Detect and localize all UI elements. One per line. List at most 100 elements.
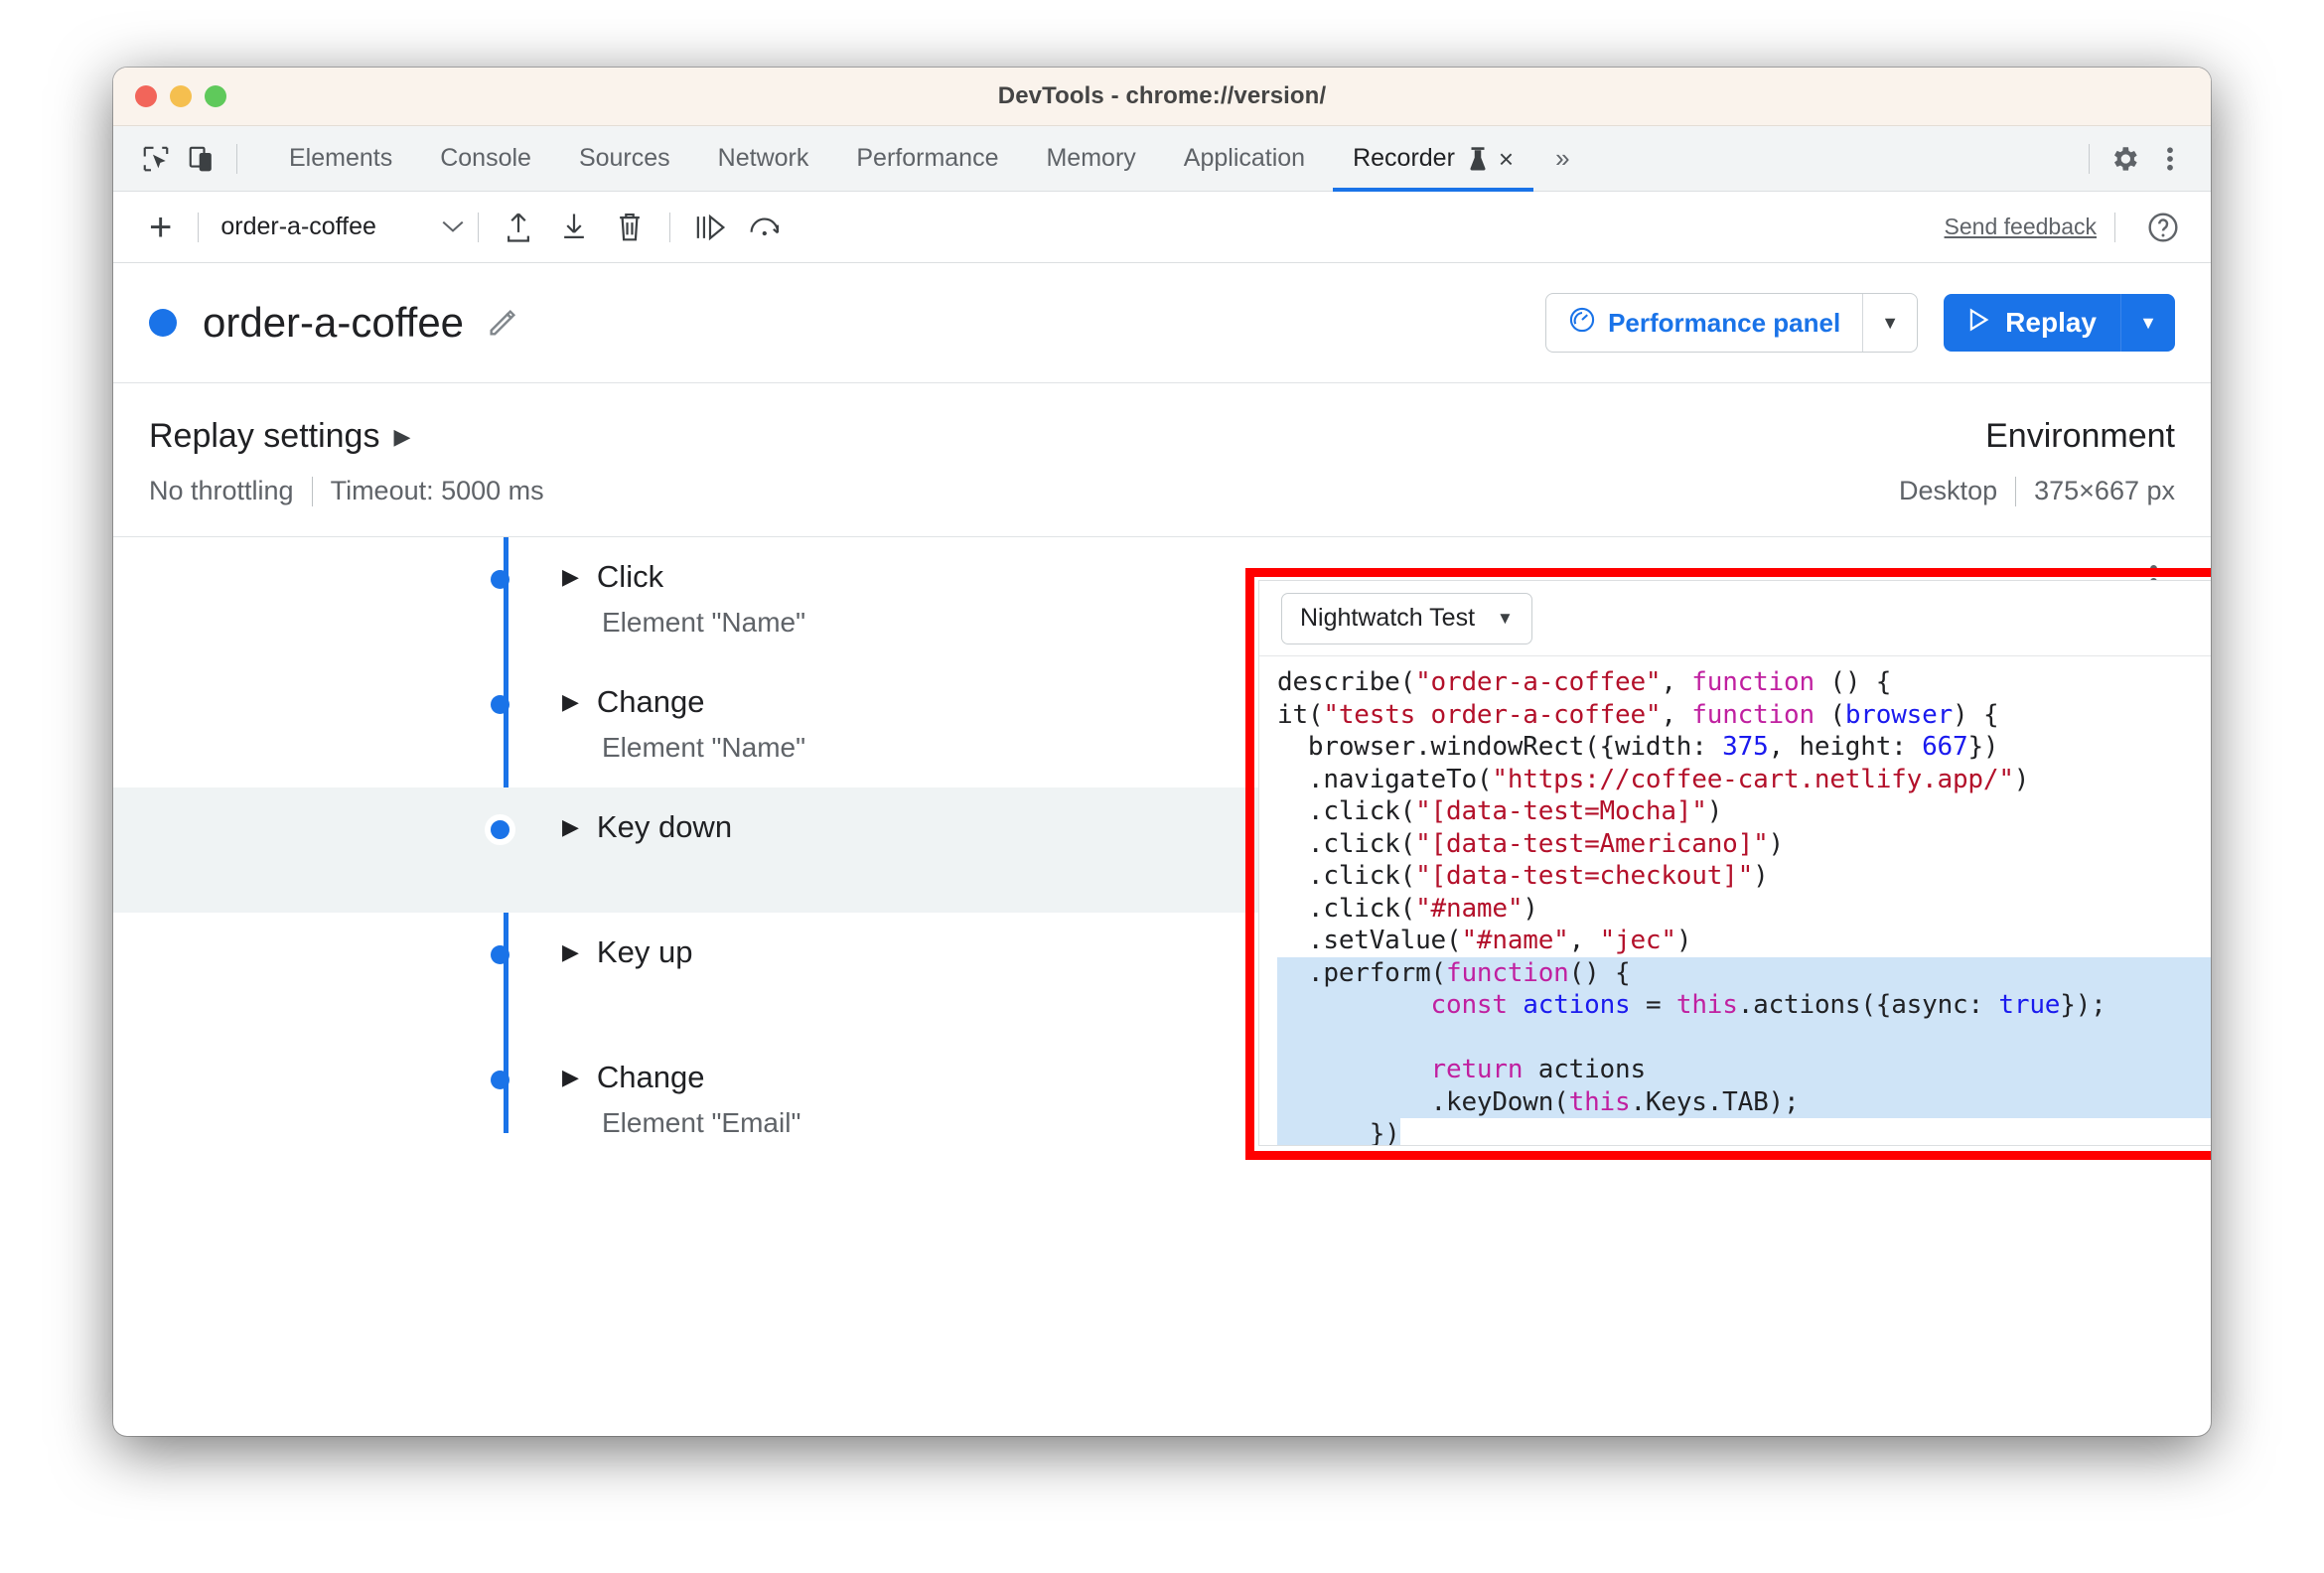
device-value: Desktop <box>1899 476 1998 505</box>
step-dot <box>491 570 509 589</box>
step-heading: ▶ Click <box>562 559 805 595</box>
toolbar-divider-3 <box>669 212 671 242</box>
tab-application[interactable]: Application <box>1160 126 1329 192</box>
generated-code: describe("order-a-coffee", function () {… <box>1259 656 2211 1145</box>
code-line: return actions <box>1277 1054 2211 1086</box>
chevron-right-icon[interactable]: ▶ <box>562 566 579 588</box>
step-heading: ▶ Change <box>562 1060 800 1095</box>
replay-button[interactable]: Replay ▼ <box>1944 294 2175 352</box>
chevron-down-icon: ▼ <box>1497 608 1514 628</box>
code-format-select[interactable]: Nightwatch Test ▼ <box>1281 592 1532 644</box>
three-dot-vertical-icon[interactable] <box>2147 136 2193 182</box>
tab-console[interactable]: Console <box>416 126 555 192</box>
tabbar-right-divider <box>2089 143 2090 174</box>
chevron-right-icon[interactable]: ▶ <box>562 941 579 963</box>
gear-icon[interactable] <box>2102 136 2147 182</box>
tab-label: Console <box>440 144 531 172</box>
tab-elements[interactable]: Elements <box>265 126 416 192</box>
replay-loop-icon[interactable] <box>738 202 794 253</box>
download-icon[interactable] <box>546 202 602 253</box>
environment-summary: Desktop 375×667 px <box>1899 476 2175 506</box>
chevron-right-icon[interactable]: ▶ <box>562 1067 579 1088</box>
tabbar-divider <box>236 143 237 174</box>
step-name: Click <box>596 559 664 594</box>
screenshot-root: DevTools - chrome://version/ Elements Co… <box>0 0 2324 1573</box>
window-titlebar: DevTools - chrome://version/ <box>113 68 2211 126</box>
tab-performance[interactable]: Performance <box>832 126 1022 192</box>
recording-select-value: order-a-coffee <box>220 213 376 240</box>
step-dot <box>485 814 515 845</box>
upload-icon[interactable] <box>491 202 546 253</box>
code-line: it("tests order-a-coffee", function (bro… <box>1277 699 1999 730</box>
step-content: ▶ Key down <box>562 787 732 857</box>
step-content: ▶ Change Element "Name" <box>562 662 805 764</box>
tab-label: Sources <box>578 144 670 172</box>
chevron-right-icon: ▶ <box>393 423 411 449</box>
step-dot <box>491 1071 509 1089</box>
window-title: DevTools - chrome://version/ <box>997 82 1327 109</box>
replay-main[interactable]: Replay <box>1944 294 2120 352</box>
code-line: .setValue("#name", "jec") <box>1277 926 1692 955</box>
play-triangle-icon <box>1965 307 1991 340</box>
send-feedback-link[interactable]: Send feedback <box>1945 214 2103 240</box>
speedometer-icon <box>1568 306 1596 341</box>
device-toolbar-icon[interactable] <box>179 136 224 182</box>
inspect-element-icon[interactable] <box>133 136 179 182</box>
pencil-icon[interactable] <box>486 306 519 340</box>
recording-header-actions: Performance panel ▼ Replay ▼ <box>1545 293 2175 353</box>
tabbar-actions <box>2077 136 2193 182</box>
help-circle-icon[interactable] <box>2135 202 2191 253</box>
tab-network[interactable]: Network <box>694 126 833 192</box>
step-name: Change <box>596 1060 705 1094</box>
chevron-right-icon[interactable]: ▶ <box>562 691 579 713</box>
tab-sources[interactable]: Sources <box>555 126 694 192</box>
tab-label: Memory <box>1046 144 1136 172</box>
performance-panel-button[interactable]: Performance panel ▼ <box>1545 293 1919 353</box>
code-line: }) <box>1277 1118 1400 1145</box>
code-line: browser.windowRect({width: 375, height: … <box>1277 732 1999 762</box>
replay-settings-group: Replay settings ▶ No throttling Timeout:… <box>149 417 1899 506</box>
step-name: Key down <box>596 809 733 844</box>
code-body[interactable]: describe("order-a-coffee", function () {… <box>1259 656 2211 1145</box>
performance-panel-label: Performance panel <box>1608 307 1841 338</box>
devtools-tabbar: Elements Console Sources Network Perform… <box>113 126 2211 192</box>
tab-label: Application <box>1183 144 1306 172</box>
tab-memory[interactable]: Memory <box>1022 126 1159 192</box>
replay-label: Replay <box>2005 307 2097 338</box>
status-badge <box>149 309 177 337</box>
tab-label: Elements <box>289 144 393 172</box>
toolbar-divider-4 <box>2114 212 2115 242</box>
replay-settings-toggle[interactable]: Replay settings ▶ <box>149 417 1899 456</box>
chevron-right-icon[interactable]: ▶ <box>562 816 579 838</box>
throttling-value: No throttling <box>149 476 294 505</box>
step-name: Change <box>596 684 705 719</box>
code-panel-header: Nightwatch Test ▼ ✕ <box>1259 581 2211 656</box>
step-heading: ▶ Key up <box>562 934 692 970</box>
trash-icon[interactable] <box>602 202 657 253</box>
step-dot <box>491 695 509 714</box>
settings-row: Replay settings ▶ No throttling Timeout:… <box>113 382 2211 536</box>
code-line: const actions = this.actions({async: tru… <box>1277 989 2211 1022</box>
performance-panel-main[interactable]: Performance panel <box>1546 294 1862 352</box>
recording-header: order-a-coffee Performance panel ▼ Repla… <box>113 263 2211 382</box>
code-line: describe("order-a-coffee", function () { <box>1277 667 1892 697</box>
recording-select[interactable]: order-a-coffee <box>220 213 466 241</box>
step-over-icon[interactable] <box>682 202 738 253</box>
more-tabs-icon[interactable]: » <box>1537 126 1587 192</box>
step-heading: ▶ Key down <box>562 809 732 845</box>
recording-title-group: order-a-coffee <box>149 299 519 347</box>
step-target: Element "Email" <box>602 1107 801 1133</box>
new-recording-button[interactable]: + <box>135 208 186 247</box>
tab-recorder[interactable]: Recorder × <box>1329 126 1537 192</box>
environment-heading: Environment <box>1899 417 2175 456</box>
tab-close-icon[interactable]: × <box>1499 146 1514 172</box>
viewport-value: 375×667 px <box>2034 476 2175 505</box>
code-line: .keyDown(this.Keys.TAB); <box>1277 1085 2211 1118</box>
performance-panel-caret[interactable]: ▼ <box>1862 294 1917 352</box>
step-content: ▶ Key up <box>562 913 692 982</box>
step-target: Element "Name" <box>602 607 806 638</box>
devtools-window: DevTools - chrome://version/ Elements Co… <box>113 68 2211 1436</box>
chevron-down-icon <box>440 214 466 240</box>
step-heading: ▶ Change <box>562 684 805 720</box>
replay-caret[interactable]: ▼ <box>2120 294 2175 352</box>
